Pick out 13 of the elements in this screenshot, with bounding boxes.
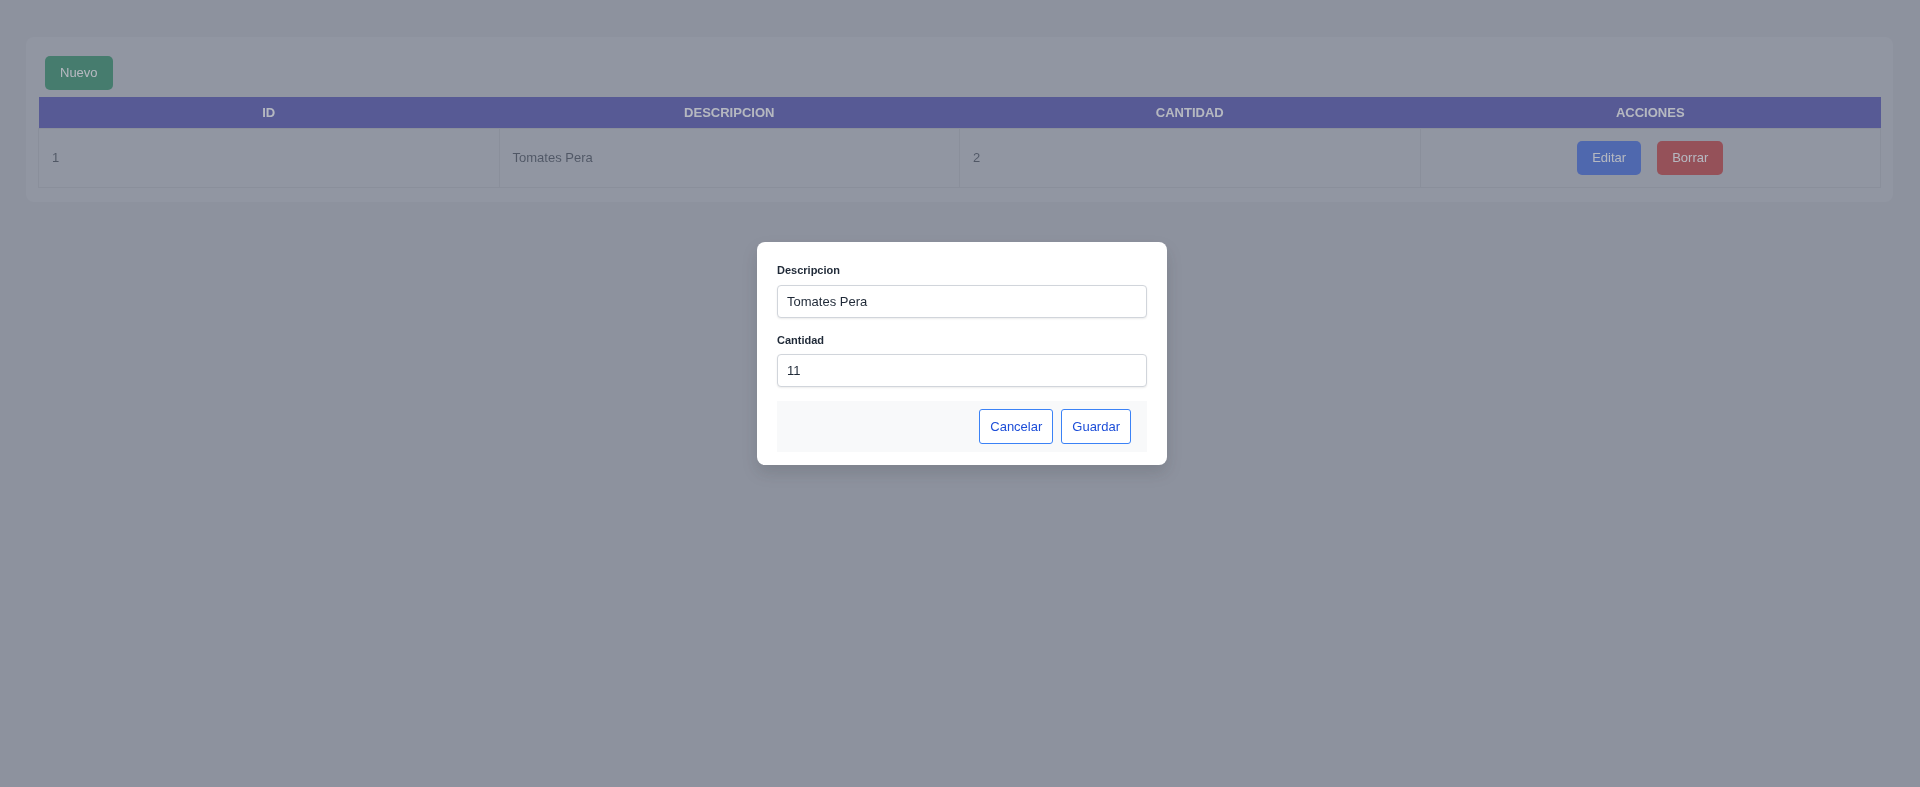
column-header: ACCIONES <box>1420 96 1881 129</box>
cancel-button[interactable]: Cancelar <box>979 409 1054 444</box>
column-header: ID <box>38 96 499 129</box>
column-header: DESCRIPCION <box>499 96 960 129</box>
input-field[interactable]: Tomates Pera <box>777 284 1147 318</box>
table-cell: 2 <box>959 128 1420 188</box>
field-label: Descripcion <box>777 263 841 278</box>
table-cell: 1 <box>38 128 499 188</box>
save-button[interactable]: Guardar <box>1061 409 1131 444</box>
field-label: Cantidad <box>777 332 826 348</box>
column-header: CANTIDAD <box>959 96 1420 129</box>
input-field[interactable]: 11 <box>777 354 1147 387</box>
table-cell: Tomates Pera <box>499 128 960 188</box>
